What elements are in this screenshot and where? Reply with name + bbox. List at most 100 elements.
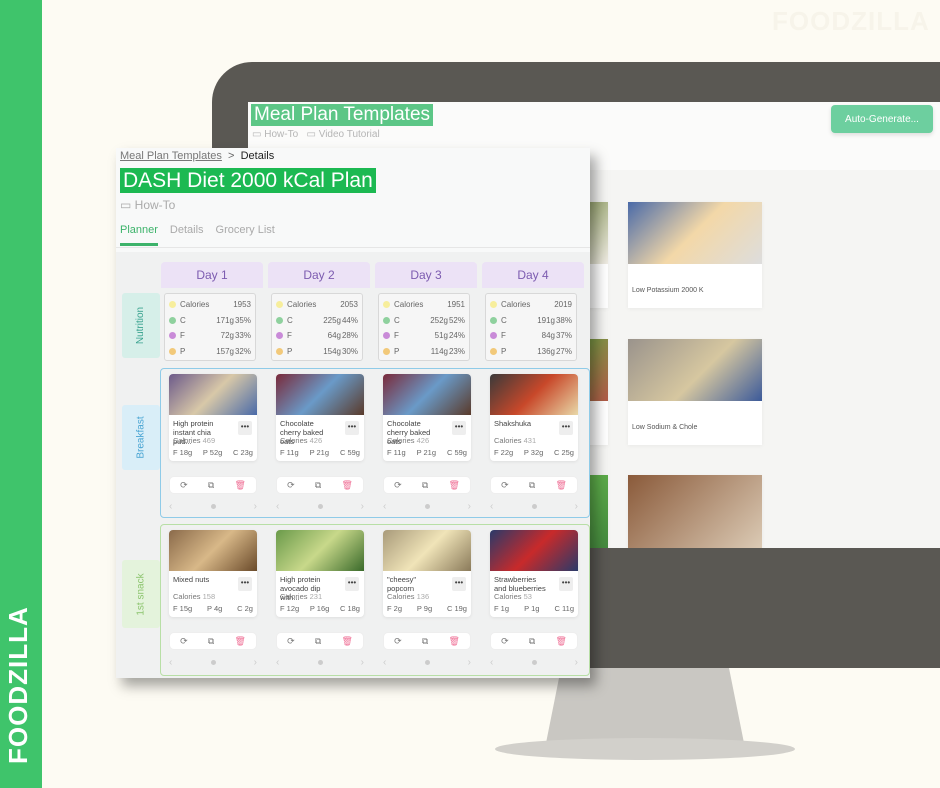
swap-icon[interactable]: ⟳ — [394, 636, 402, 647]
more-options-button[interactable]: ••• — [238, 577, 252, 591]
chevron-right-icon[interactable]: › — [468, 501, 471, 512]
page-dot[interactable] — [210, 504, 216, 509]
delete-icon[interactable]: 🗑 — [234, 636, 245, 647]
copy-icon[interactable]: ⧉ — [315, 480, 321, 491]
swap-icon[interactable]: ⟳ — [501, 480, 509, 491]
meal-calories: Calories 426 — [276, 434, 364, 445]
delete-icon[interactable]: 🗑 — [448, 636, 459, 647]
copy-icon[interactable]: ⧉ — [315, 636, 321, 647]
swap-icon[interactable]: ⟳ — [501, 636, 509, 647]
book-icon: ▭ — [120, 198, 135, 212]
macro-grams: 136g — [537, 346, 555, 356]
page-dot[interactable] — [317, 660, 323, 665]
copy-icon[interactable]: ⧉ — [208, 480, 214, 491]
day-header: Day 4 — [482, 262, 584, 288]
meal-card[interactable]: High protein avocado dip with... ••• Calor… — [276, 530, 364, 617]
more-options-button[interactable]: ••• — [452, 577, 466, 591]
calories-value: 231 — [309, 592, 323, 601]
meal-card[interactable]: Chocolate cherry baked oats ••• Calories 4… — [276, 374, 364, 461]
more-options-button[interactable]: ••• — [238, 421, 252, 435]
video-icon: ▭ — [306, 129, 319, 140]
chevron-left-icon[interactable]: ‹ — [276, 501, 279, 512]
chevron-right-icon[interactable]: › — [254, 501, 257, 512]
delete-icon[interactable]: 🗑 — [341, 636, 352, 647]
breadcrumb-parent[interactable]: Meal Plan Templates — [120, 150, 222, 162]
tab-details[interactable]: Details — [170, 224, 204, 246]
more-options-button[interactable]: ••• — [345, 421, 359, 435]
meal-name: Shakshuka — [494, 419, 532, 428]
delete-icon[interactable]: 🗑 — [555, 636, 566, 647]
page-dot[interactable] — [531, 504, 537, 509]
page-dot[interactable] — [317, 504, 323, 509]
more-options-button[interactable]: ••• — [559, 577, 573, 591]
macro-grams: 84g — [541, 331, 555, 341]
page-dot[interactable] — [531, 660, 537, 665]
copy-icon[interactable]: ⧉ — [529, 480, 535, 491]
chevron-right-icon[interactable]: › — [468, 657, 471, 668]
page-title: Meal Plan Templates — [251, 104, 434, 126]
chevron-left-icon[interactable]: ‹ — [276, 657, 279, 668]
chevron-left-icon[interactable]: ‹ — [490, 501, 493, 512]
chevron-right-icon[interactable]: › — [575, 501, 578, 512]
chevron-right-icon[interactable]: › — [361, 657, 364, 668]
more-options-button[interactable]: ••• — [559, 421, 573, 435]
meal-name: "cheesy" popcorn — [387, 575, 417, 593]
meal-card[interactable]: "cheesy" popcorn ••• Calories 136 F 2g P 9g C… — [383, 530, 471, 617]
delete-icon[interactable]: 🗑 — [341, 480, 352, 491]
calories-row: Calories 2019 — [490, 297, 572, 313]
copy-icon[interactable]: ⧉ — [422, 636, 428, 647]
swap-icon[interactable]: ⟳ — [394, 480, 402, 491]
delete-icon[interactable]: 🗑 — [448, 480, 459, 491]
chevron-right-icon[interactable]: › — [254, 657, 257, 668]
chevron-right-icon[interactable]: › — [361, 501, 364, 512]
meal-card[interactable]: Strawberries and blueberries ••• Calories … — [490, 530, 578, 617]
copy-icon[interactable]: ⧉ — [529, 636, 535, 647]
chevron-left-icon[interactable]: ‹ — [169, 657, 172, 668]
meal-name: Mixed nuts — [173, 575, 210, 584]
help-links: ▭ How-To ▭ Video Tutorial — [252, 129, 380, 140]
swap-icon[interactable]: ⟳ — [180, 636, 188, 647]
tab-grocery-list[interactable]: Grocery List — [216, 224, 275, 246]
page-dot[interactable] — [424, 504, 430, 509]
meal-image — [490, 530, 578, 571]
chevron-left-icon[interactable]: ‹ — [383, 501, 386, 512]
calories-value: 2019 — [554, 300, 572, 310]
meal-actions: ⟳ ⧉ 🗑 — [490, 632, 578, 650]
meal-card[interactable]: Mixed nuts ••• Calories 158 F 15g P 4g C 2g — [169, 530, 257, 617]
chevron-left-icon[interactable]: ‹ — [490, 657, 493, 668]
macro-row-P: P 154g 30% — [276, 344, 358, 360]
howto-link[interactable]: How-To — [264, 129, 298, 140]
swap-icon[interactable]: ⟳ — [287, 636, 295, 647]
template-card[interactable] — [628, 475, 762, 548]
meal-name: High protein instant chia pud... — [173, 419, 214, 446]
template-card[interactable]: Low Potassium 2000 K — [628, 202, 762, 308]
chevron-left-icon[interactable]: ‹ — [169, 501, 172, 512]
copy-icon[interactable]: ⧉ — [422, 480, 428, 491]
meal-card[interactable]: Chocolate cherry baked oats ••• Calories 4… — [383, 374, 471, 461]
delete-icon[interactable]: 🗑 — [234, 480, 245, 491]
meal-card[interactable]: High protein instant chia pud... ••• Calor… — [169, 374, 257, 461]
page-dot[interactable] — [424, 660, 430, 665]
howto-link[interactable]: ▭ How-To — [120, 198, 175, 212]
chevron-left-icon[interactable]: ‹ — [383, 657, 386, 668]
swap-icon[interactable]: ⟳ — [180, 480, 188, 491]
page-dot[interactable] — [210, 660, 216, 665]
meal-image — [169, 530, 257, 571]
macro-dot-icon — [490, 316, 497, 324]
copy-icon[interactable]: ⧉ — [208, 636, 214, 647]
delete-icon[interactable]: 🗑 — [555, 480, 566, 491]
calories-row: Calories 1951 — [383, 297, 465, 313]
tab-planner[interactable]: Planner — [120, 224, 158, 246]
calories-value: 53 — [523, 592, 532, 601]
swap-icon[interactable]: ⟳ — [287, 480, 295, 491]
video-tutorial-link[interactable]: Video Tutorial — [319, 129, 380, 140]
calories-dot-icon — [276, 301, 283, 309]
calories-dot-icon — [383, 301, 390, 309]
chevron-right-icon[interactable]: › — [575, 657, 578, 668]
meal-card[interactable]: Shakshuka ••• Calories 431 F 22g P 32g C 25g — [490, 374, 578, 461]
macro-dot-icon — [383, 332, 390, 340]
auto-generate-button[interactable]: Auto-Generate... — [831, 105, 933, 133]
more-options-button[interactable]: ••• — [345, 577, 359, 591]
template-card[interactable]: Low Sodium & Chole — [628, 339, 762, 445]
more-options-button[interactable]: ••• — [452, 421, 466, 435]
